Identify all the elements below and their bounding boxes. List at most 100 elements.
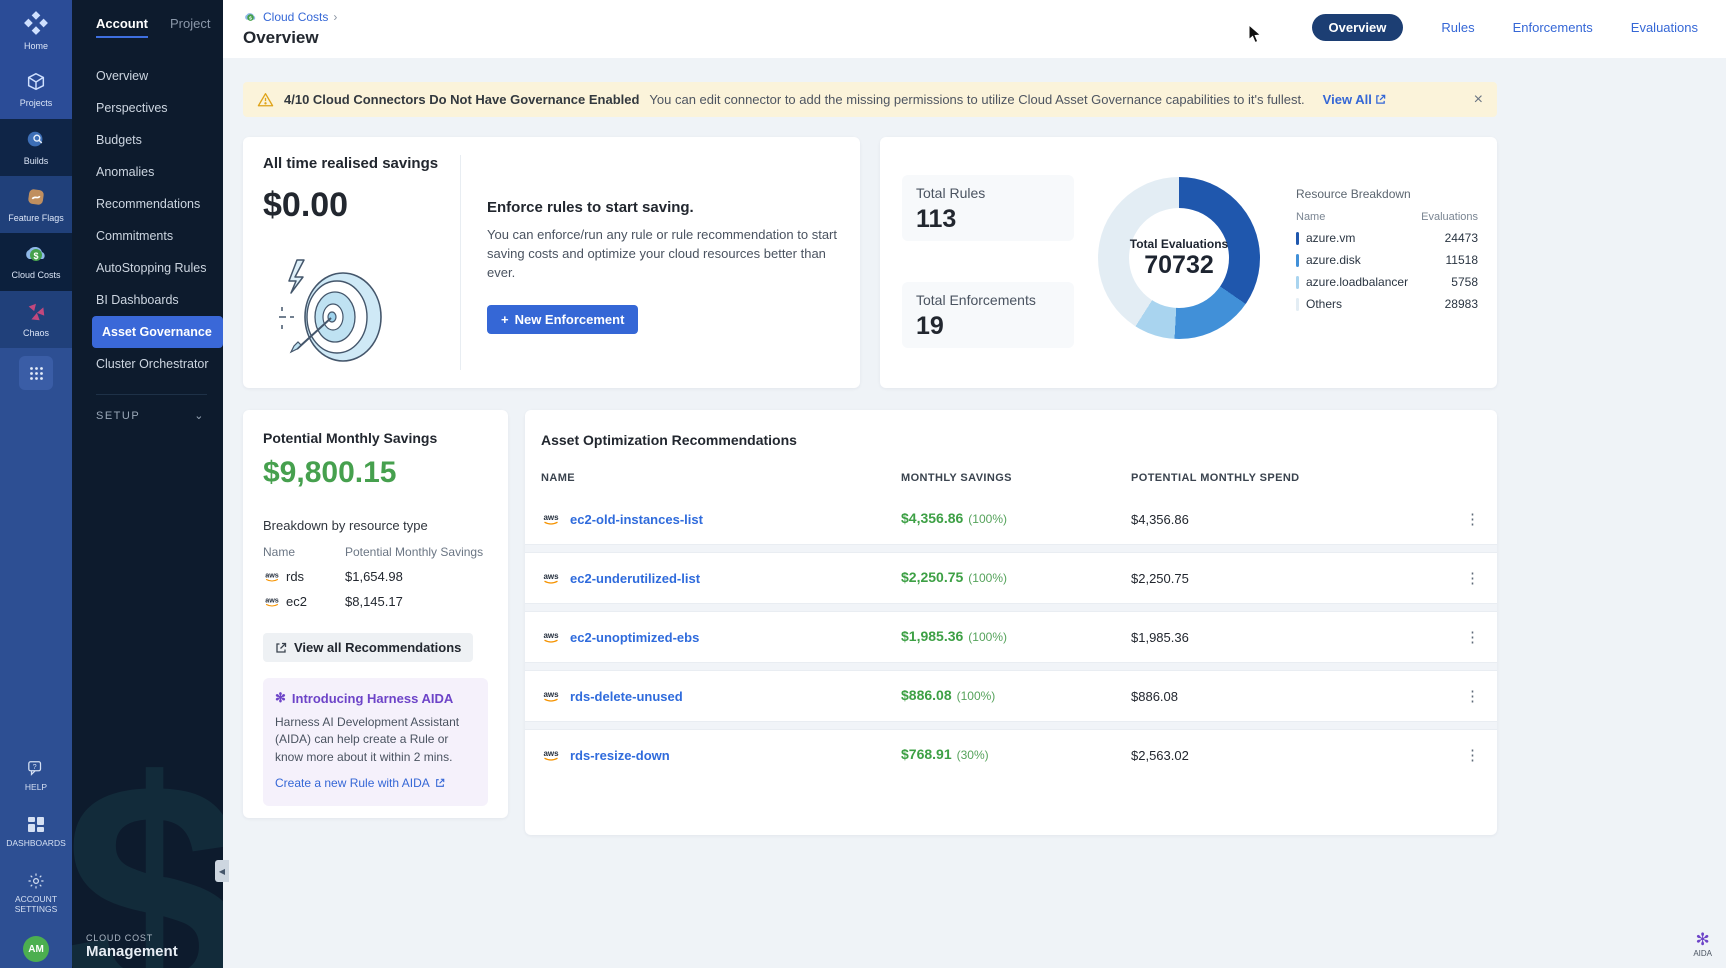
total-enforcements-label: Total Enforcements [916,292,1060,308]
legend-row: azure.disk 11518 [1296,249,1478,271]
chevron-right-icon: › [333,10,337,24]
rule-link[interactable]: ec2-unoptimized-ebs [570,630,699,645]
svg-text:aws: aws [543,631,559,640]
svg-text:?: ? [33,762,37,771]
aws-icon: aws [541,748,561,762]
sidebar-item-cluster-orchestrator[interactable]: Cluster Orchestrator [72,348,223,380]
new-enforcement-button[interactable]: + New Enforcement [487,305,638,334]
table-row[interactable]: awsec2-old-instances-list $4,356.86(100%… [525,494,1497,544]
tab-evaluations[interactable]: Evaluations [1631,20,1698,35]
rail-item-projects[interactable]: Projects [0,61,72,118]
user-avatar[interactable]: AM [23,936,49,962]
cloud-costs-breadcrumb-icon: $ [243,11,258,23]
tab-rules[interactable]: Rules [1441,20,1474,35]
table-row[interactable]: awsrds-delete-unused $886.08(100%) $886.… [525,671,1497,721]
governance-stats-card: Total Rules 113 Total Enforcements 19 To… [880,137,1497,388]
sidebar-item-anomalies[interactable]: Anomalies [72,156,223,188]
aida-flower-icon: ✻ [275,690,286,706]
breakdown-row: aws ec2 $8,145.17 [263,594,488,609]
total-evaluations-value: 70732 [1144,251,1214,280]
module-grid-button[interactable] [19,356,53,390]
rail-item-help[interactable]: ? HELP [0,748,72,804]
potential-savings-card: Potential Monthly Savings $9,800.15 Brea… [243,410,508,818]
svg-text:aws: aws [265,595,279,604]
view-all-recommendations-label: View all Recommendations [294,640,461,655]
sidebar-setup-toggle[interactable]: SETUP ⌄ [72,395,223,422]
total-evaluations-label: Total Evaluations [1130,237,1228,251]
tab-overview[interactable]: Overview [1312,14,1404,41]
row-separator [525,603,1497,612]
sidebar-item-bi-dashboards[interactable]: BI Dashboards [72,284,223,316]
sidebar-item-budgets[interactable]: Budgets [72,124,223,156]
sidebar-item-perspectives[interactable]: Perspectives [72,92,223,124]
sidebar-collapse-button[interactable]: ◀ [215,860,229,882]
harness-logo-icon [23,10,49,36]
breadcrumb-label[interactable]: Cloud Costs [263,10,328,24]
breakdown-title: Breakdown by resource type [263,518,488,533]
banner-title: 4/10 Cloud Connectors Do Not Have Govern… [284,92,639,107]
rule-link[interactable]: ec2-underutilized-list [570,571,700,586]
svg-text:aws: aws [265,570,279,579]
svg-text:aws: aws [543,513,559,522]
sidebar-item-asset-governance[interactable]: Asset Governance [92,316,223,348]
legend-col-name: Name [1296,211,1325,223]
sidebar-item-commitments[interactable]: Commitments [72,220,223,252]
potential-savings-amount: $9,800.15 [263,456,488,490]
rail-label: DASHBOARDS [6,838,66,848]
svg-text:aws: aws [543,690,559,699]
banner-view-all-link[interactable]: View All [1323,92,1387,107]
legend-title: Resource Breakdown [1296,187,1478,201]
rail-item-account-settings[interactable]: ACCOUNT SETTINGS [0,860,72,926]
enforce-cta-title: Enforce rules to start saving. [487,199,837,216]
row-menu-icon[interactable]: ⋮ [1451,628,1481,646]
breadcrumb[interactable]: $ Cloud Costs › [243,10,337,24]
aida-promo-card: ✻ Introducing Harness AIDA Harness AI De… [263,678,488,806]
rule-link[interactable]: ec2-old-instances-list [570,512,703,527]
aida-fab-button[interactable]: ✻ AIDA [1693,931,1712,958]
aida-promo-body: Harness AI Development Assistant (AIDA) … [275,714,476,766]
row-menu-icon[interactable]: ⋮ [1451,510,1481,528]
tab-enforcements[interactable]: Enforcements [1513,20,1593,35]
table-row[interactable]: awsec2-unoptimized-ebs $1,985.36(100%) $… [525,612,1497,662]
rail-item-chaos[interactable]: Chaos [0,291,72,348]
table-row[interactable]: awsec2-underutilized-list $2,250.75(100%… [525,553,1497,603]
row-menu-icon[interactable]: ⋮ [1451,569,1481,587]
svg-text:$: $ [249,16,252,22]
dashboards-icon [27,816,45,834]
banner-close-icon[interactable]: × [1474,91,1483,109]
tab-project[interactable]: Project [170,16,210,38]
potential-savings-title: Potential Monthly Savings [263,430,488,446]
legend-col-evaluations: Evaluations [1421,211,1478,223]
legend-row: Others 28983 [1296,293,1478,315]
enforce-cta-description: You can enforce/run any rule or rule rec… [487,226,837,283]
setup-label: SETUP [96,410,140,422]
row-menu-icon[interactable]: ⋮ [1451,746,1481,764]
dollar-watermark: $ [72,708,223,968]
rule-link[interactable]: rds-delete-unused [570,689,683,704]
rail-item-builds[interactable]: Builds [0,119,72,176]
gear-icon [27,872,45,890]
sidebar-item-overview[interactable]: Overview [72,60,223,92]
rail-item-home[interactable]: Home [0,0,72,61]
realised-savings-title: All time realised savings [263,155,460,172]
table-row[interactable]: awsrds-resize-down $768.91(30%) $2,563.0… [525,730,1497,780]
rail-item-feature-flags[interactable]: Feature Flags [0,176,72,233]
chevron-down-icon: ⌄ [194,409,205,422]
builds-icon [25,129,47,151]
col-monthly-savings: MONTHLY SAVINGS [901,472,1131,484]
create-rule-with-aida-link[interactable]: Create a new Rule with AIDA [275,776,445,790]
view-all-recommendations-button[interactable]: View all Recommendations [263,633,473,662]
row-menu-icon[interactable]: ⋮ [1451,687,1481,705]
page-header: $ Cloud Costs › Overview Overview Rules … [223,0,1726,58]
realised-savings-panel: All time realised savings $0.00 [263,155,461,370]
rail-label: Builds [24,156,49,166]
rail-item-dashboards[interactable]: DASHBOARDS [0,804,72,860]
enforce-cta-panel: Enforce rules to start saving. You can e… [487,199,837,334]
rule-link[interactable]: rds-resize-down [570,748,670,763]
tab-account[interactable]: Account [96,16,148,38]
sidebar-item-autostopping-rules[interactable]: AutoStopping Rules [72,252,223,284]
rail-item-cloud-costs[interactable]: $ Cloud Costs [0,233,72,290]
resource-breakdown-legend: Resource Breakdown Name Evaluations azur… [1296,187,1478,315]
sidebar-item-recommendations[interactable]: Recommendations [72,188,223,220]
asset-optimization-title: Asset Optimization Recommendations [525,410,1497,448]
